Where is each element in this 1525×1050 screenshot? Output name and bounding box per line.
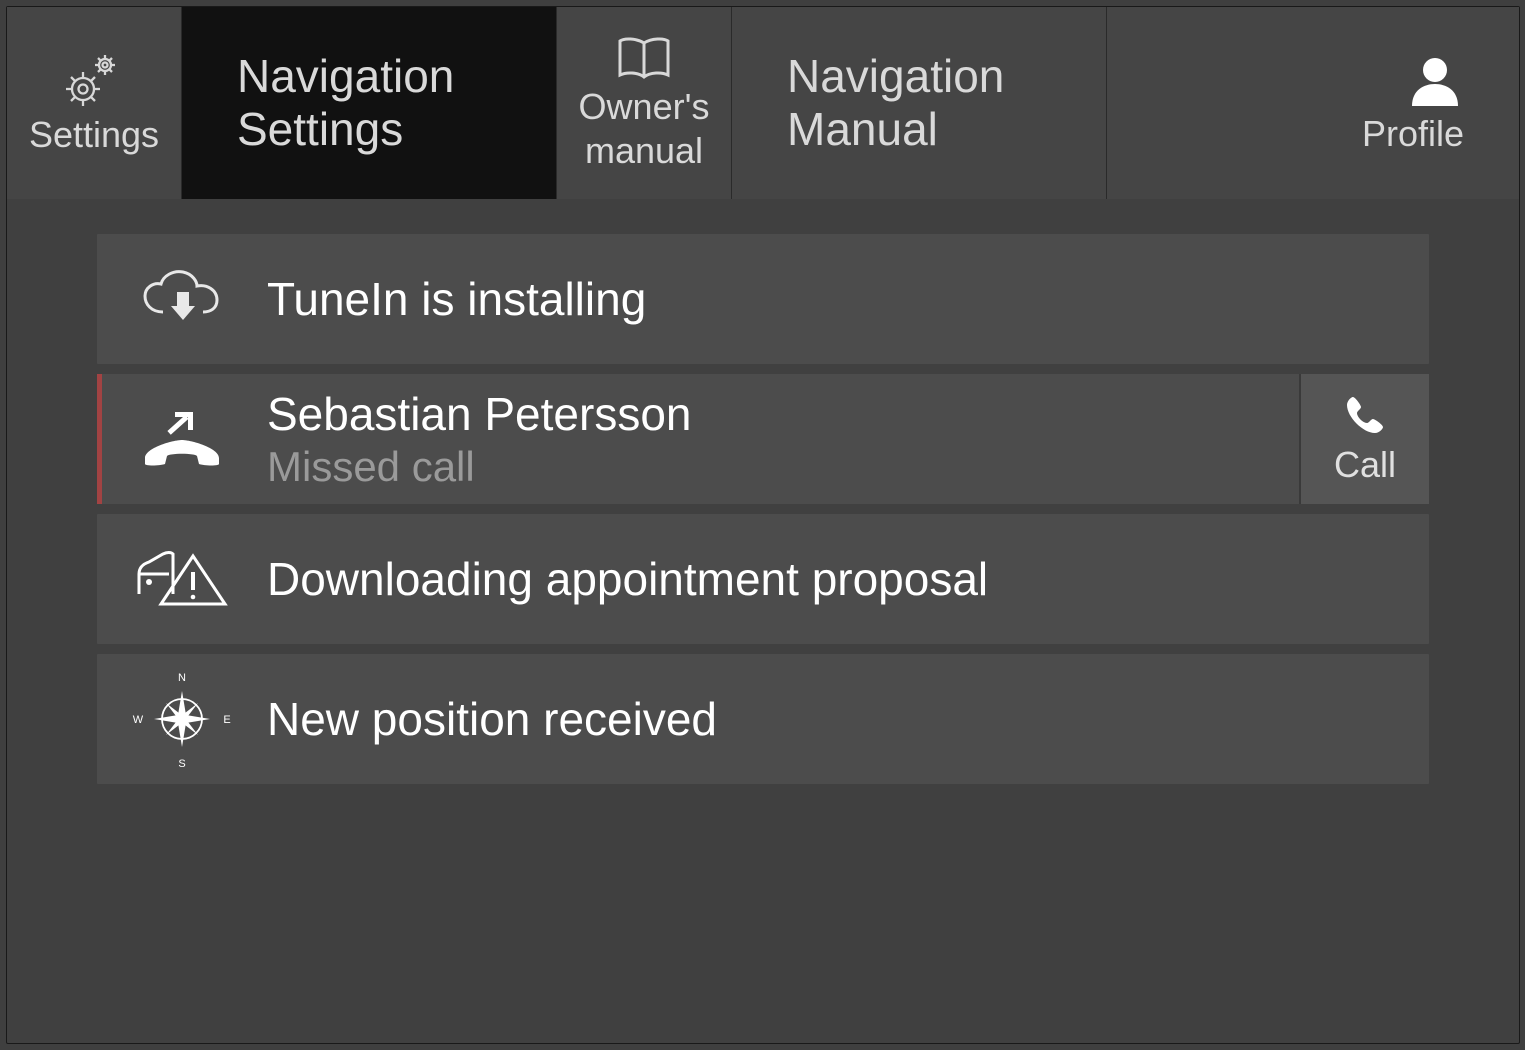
svg-text:E: E bbox=[223, 714, 230, 726]
missed-call-icon bbox=[97, 404, 267, 474]
list-item-title: Downloading appointment proposal bbox=[267, 552, 1429, 606]
book-icon bbox=[614, 35, 674, 83]
list-item-installing[interactable]: TuneIn is installing bbox=[97, 234, 1429, 364]
call-button[interactable]: Call bbox=[1299, 374, 1429, 504]
tab-profile-label: Profile bbox=[1362, 114, 1464, 154]
tab-owner-label1: Owner's bbox=[579, 87, 710, 127]
tab-navigation-settings[interactable]: Navigation Settings bbox=[182, 7, 557, 199]
tab-nav-settings-line2: Settings bbox=[237, 103, 403, 156]
tab-nav-manual-line2: Manual bbox=[787, 103, 938, 156]
tab-settings-label: Settings bbox=[29, 115, 159, 155]
notification-list: TuneIn is installing Sebastian Peter bbox=[7, 199, 1519, 1043]
svg-text:W: W bbox=[132, 714, 143, 726]
top-tabbar: Settings Navigation Settings Owner's man… bbox=[7, 7, 1519, 199]
tab-owner-label2: manual bbox=[585, 131, 703, 171]
list-item-title: New position received bbox=[267, 692, 1429, 746]
list-item-position[interactable]: N S W E New position received bbox=[97, 654, 1429, 784]
tab-owner-manual[interactable]: Owner's manual bbox=[557, 7, 732, 199]
tab-profile[interactable]: Profile bbox=[1107, 7, 1519, 199]
list-item-title: Sebastian Petersson bbox=[267, 387, 1299, 441]
screen-frame: Settings Navigation Settings Owner's man… bbox=[6, 6, 1520, 1044]
phone-icon bbox=[1343, 393, 1387, 442]
compass-icon: N S W E bbox=[97, 667, 267, 772]
car-warning-icon bbox=[97, 544, 267, 614]
list-item-subtitle: Missed call bbox=[267, 443, 1299, 491]
cloud-download-icon bbox=[97, 268, 267, 330]
list-item-missed-call[interactable]: Sebastian Petersson Missed call Call bbox=[97, 374, 1429, 504]
svg-text:S: S bbox=[178, 758, 185, 770]
svg-text:N: N bbox=[178, 672, 186, 684]
gears-icon bbox=[59, 51, 129, 111]
tab-settings[interactable]: Settings bbox=[7, 7, 182, 199]
tab-nav-manual-line1: Navigation bbox=[787, 50, 1004, 103]
tab-navigation-manual[interactable]: Navigation Manual bbox=[732, 7, 1107, 199]
list-item-appointment[interactable]: Downloading appointment proposal bbox=[97, 514, 1429, 644]
list-item-title: TuneIn is installing bbox=[267, 272, 1429, 326]
call-button-label: Call bbox=[1334, 444, 1396, 486]
tab-nav-settings-line1: Navigation bbox=[237, 50, 454, 103]
avatar-icon bbox=[1406, 52, 1464, 110]
